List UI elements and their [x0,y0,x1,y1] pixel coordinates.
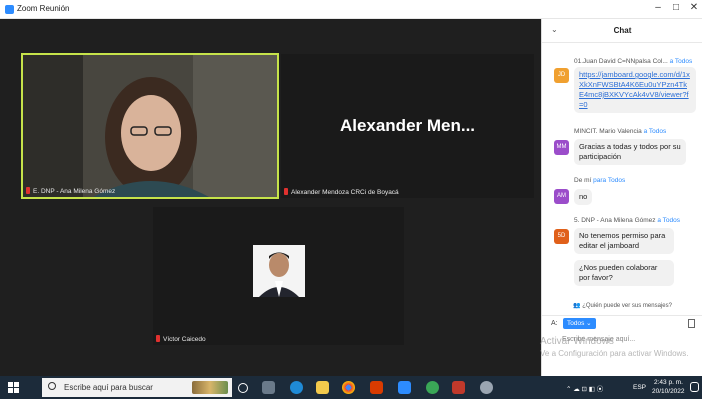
search-placeholder: Escribe aquí para buscar [64,383,153,392]
avatar: JD [554,68,569,83]
maximize-button[interactable]: □ [670,2,682,13]
mic-muted-icon [26,187,30,194]
chat-message: No tenemos permiso para editar el jamboa… [574,228,674,254]
language-indicator[interactable]: ESP [633,384,646,391]
mic-muted-icon [156,335,160,342]
chat-message: Gracias a todas y todos por su participa… [574,139,686,165]
message-meta: 5. DNP - Ana Milena Gómez a Todos [574,217,680,224]
search-highlight-image [192,381,228,394]
chat-message: no [574,189,593,205]
participant-name-label: Víctor Caicedo [156,335,206,343]
recipient-dropdown[interactable]: Todos ⌄ [563,318,596,329]
file-explorer-icon[interactable] [316,381,329,394]
profile-photo [253,245,305,297]
message-meta: MINCIT. Mario Valencia a Todos [574,128,667,135]
windows-start-icon[interactable] [8,382,19,393]
activate-windows-subtitle: Ve a Configuración para activar Windows. [540,349,689,358]
task-view-icon[interactable] [262,381,275,394]
video-gallery: E. DNP - Ana Milena Gómez Alexander Men.… [0,19,541,376]
message-meta: De mí para Todos [574,177,626,184]
who-can-see-link[interactable]: 👥 ¿Quién puede ver sus mensajes? [542,302,702,309]
taskbar: Escribe aquí para buscar ⌃ ☁ ⊡ ◧ ⦿ ESP 2… [0,376,702,399]
to-label: A: [551,320,558,327]
app-icon-3[interactable] [480,381,493,394]
participant-video [23,55,277,197]
video-tile-ana[interactable]: E. DNP - Ana Milena Gómez [21,53,279,199]
participant-name-label: Alexander Mendoza CRCi de Boyacá [284,188,399,196]
clock-time[interactable]: 2:43 p. m. [654,379,683,386]
chat-message: ¿Nos pueden colaborar por favor? [574,260,674,286]
participant-display-name: Alexander Men... [339,116,476,135]
search-icon [48,382,56,390]
office-icon[interactable] [370,381,383,394]
avatar: 5D [554,229,569,244]
video-tile-victor[interactable]: Víctor Caicedo [153,207,404,345]
chat-message-link[interactable]: https://jamboard.google.com/d/1xXkXnFWSB… [574,67,696,113]
file-icon[interactable] [688,319,695,328]
participant-name-label: E. DNP - Ana Milena Gómez [26,187,115,195]
avatar: AM [554,189,569,204]
app-icon[interactable] [426,381,439,394]
notifications-icon[interactable] [690,382,699,392]
cortana-icon[interactable] [238,383,248,393]
close-button[interactable]: ✕ [688,2,700,13]
chat-header: ⌄ Chat [542,19,702,43]
mic-muted-icon [284,188,288,195]
avatar: MM [554,140,569,155]
chrome-icon[interactable] [342,381,355,394]
edge-icon[interactable] [290,381,303,394]
zoom-logo-icon [5,5,14,14]
minimize-button[interactable]: – [652,2,664,13]
app-icon-2[interactable] [452,381,465,394]
title-bar: Zoom Reunión – □ ✕ [0,0,702,19]
activate-windows-title: Activar Windows [540,336,614,347]
taskbar-search[interactable]: Escribe aquí para buscar [42,378,232,397]
tray-icons[interactable]: ⌃ ☁ ⊡ ◧ ⦿ [566,383,603,393]
chat-panel: ⌄ Chat 01.Juan David C=NNpalsa Col... a … [541,19,702,376]
people-icon: 👥 [573,303,581,309]
window-title: Zoom Reunión [17,4,70,13]
zoom-icon[interactable] [398,381,411,394]
message-meta: 01.Juan David C=NNpalsa Col... a Todos [574,58,693,65]
video-tile-alexander[interactable]: Alexander Men... Alexander Mendoza CRCi … [281,54,534,198]
chat-title: Chat [613,26,632,35]
clock-date[interactable]: 20/10/2022 [652,388,685,395]
